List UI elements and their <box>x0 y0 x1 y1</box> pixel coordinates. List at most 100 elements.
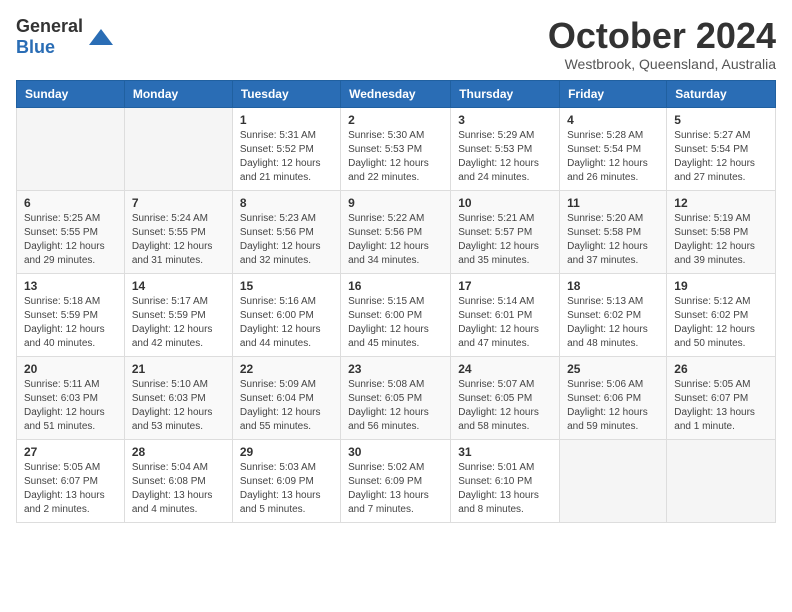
day-number: 17 <box>458 279 552 293</box>
calendar-cell: 3Sunrise: 5:29 AM Sunset: 5:53 PM Daylig… <box>451 107 560 190</box>
day-number: 27 <box>24 445 117 459</box>
week-row-3: 13 Sunrise: 5:18 AM Sunset: 5:59 PM Dayli… <box>17 273 776 356</box>
day-number: 6 <box>24 196 117 210</box>
day-info: Sunrise: 5:22 AM Sunset: 5:56 PM Dayligh… <box>348 212 443 268</box>
day-number: 10 <box>458 196 552 210</box>
column-header-monday: Monday <box>124 80 232 107</box>
day-info: Sunrise: 5:21 AM Sunset: 5:57 PM Dayligh… <box>458 212 552 268</box>
calendar-cell: 28 Sunrise: 5:04 AM Sunset: 6:08 PM Dayli… <box>124 439 232 522</box>
calendar-table: SundayMondayTuesdayWednesdayThursdayFrid… <box>16 80 776 523</box>
day-info: Sunrise: 5:07 AM Sunset: 6:05 PM Dayligh… <box>458 378 552 434</box>
day-number: 16 <box>348 279 443 293</box>
day-info: Sunrise: 5:14 AM Sunset: 6:01 PM Dayligh… <box>458 295 552 351</box>
day-number: 3 <box>458 113 552 127</box>
logo: General Blue <box>16 16 115 58</box>
day-info: Sunrise: 5:06 AM Sunset: 6:06 PM Dayligh… <box>567 378 659 434</box>
calendar-cell <box>560 439 667 522</box>
calendar-cell: 16 Sunrise: 5:15 AM Sunset: 6:00 PM Dayli… <box>341 273 451 356</box>
calendar-cell: 27 Sunrise: 5:05 AM Sunset: 6:07 PM Dayli… <box>17 439 125 522</box>
day-number: 29 <box>240 445 333 459</box>
calendar-cell: 19 Sunrise: 5:12 AM Sunset: 6:02 PM Dayli… <box>667 273 776 356</box>
column-header-friday: Friday <box>560 80 667 107</box>
calendar-cell <box>667 439 776 522</box>
day-info: Sunrise: 5:16 AM Sunset: 6:00 PM Dayligh… <box>240 295 333 351</box>
calendar-cell: 24 Sunrise: 5:07 AM Sunset: 6:05 PM Dayli… <box>451 356 560 439</box>
page-header: General Blue October 2024 Westbrook, Que… <box>16 16 776 72</box>
day-number: 2 <box>348 113 443 127</box>
day-info: Sunrise: 5:23 AM Sunset: 5:56 PM Dayligh… <box>240 212 333 268</box>
day-info: Sunrise: 5:15 AM Sunset: 6:00 PM Dayligh… <box>348 295 443 351</box>
week-row-5: 27 Sunrise: 5:05 AM Sunset: 6:07 PM Dayli… <box>17 439 776 522</box>
calendar-header-row: SundayMondayTuesdayWednesdayThursdayFrid… <box>17 80 776 107</box>
calendar-cell: 29 Sunrise: 5:03 AM Sunset: 6:09 PM Dayli… <box>232 439 340 522</box>
day-info: Sunrise: 5:05 AM Sunset: 6:07 PM Dayligh… <box>24 461 117 517</box>
calendar-cell: 5Sunrise: 5:27 AM Sunset: 5:54 PM Daylig… <box>667 107 776 190</box>
calendar-cell: 4Sunrise: 5:28 AM Sunset: 5:54 PM Daylig… <box>560 107 667 190</box>
logo-blue: Blue <box>16 37 55 57</box>
day-number: 23 <box>348 362 443 376</box>
day-info: Sunrise: 5:24 AM Sunset: 5:55 PM Dayligh… <box>132 212 225 268</box>
week-row-2: 6 Sunrise: 5:25 AM Sunset: 5:55 PM Daylig… <box>17 190 776 273</box>
calendar-cell: 31Sunrise: 5:01 AM Sunset: 6:10 PM Dayli… <box>451 439 560 522</box>
calendar-cell <box>124 107 232 190</box>
calendar-cell: 2 Sunrise: 5:30 AM Sunset: 5:53 PM Daylig… <box>341 107 451 190</box>
day-info: Sunrise: 5:17 AM Sunset: 5:59 PM Dayligh… <box>132 295 225 351</box>
day-info: Sunrise: 5:05 AM Sunset: 6:07 PM Dayligh… <box>674 378 768 434</box>
day-number: 25 <box>567 362 659 376</box>
column-header-thursday: Thursday <box>451 80 560 107</box>
calendar-cell: 18 Sunrise: 5:13 AM Sunset: 6:02 PM Dayli… <box>560 273 667 356</box>
day-number: 13 <box>24 279 117 293</box>
calendar-cell: 13 Sunrise: 5:18 AM Sunset: 5:59 PM Dayli… <box>17 273 125 356</box>
day-number: 9 <box>348 196 443 210</box>
day-info: Sunrise: 5:18 AM Sunset: 5:59 PM Dayligh… <box>24 295 117 351</box>
calendar-cell: 10 Sunrise: 5:21 AM Sunset: 5:57 PM Dayli… <box>451 190 560 273</box>
day-info: Sunrise: 5:04 AM Sunset: 6:08 PM Dayligh… <box>132 461 225 517</box>
week-row-4: 20 Sunrise: 5:11 AM Sunset: 6:03 PM Dayli… <box>17 356 776 439</box>
day-number: 18 <box>567 279 659 293</box>
day-info: Sunrise: 5:20 AM Sunset: 5:58 PM Dayligh… <box>567 212 659 268</box>
day-number: 1 <box>240 113 333 127</box>
calendar-cell: 21Sunrise: 5:10 AM Sunset: 6:03 PM Dayli… <box>124 356 232 439</box>
calendar-cell: 23 Sunrise: 5:08 AM Sunset: 6:05 PM Dayli… <box>341 356 451 439</box>
calendar-cell: 6 Sunrise: 5:25 AM Sunset: 5:55 PM Daylig… <box>17 190 125 273</box>
day-info: Sunrise: 5:09 AM Sunset: 6:04 PM Dayligh… <box>240 378 333 434</box>
day-info: Sunrise: 5:31 AM Sunset: 5:52 PM Dayligh… <box>240 129 333 185</box>
logo-text: General Blue <box>16 16 83 58</box>
calendar-cell: 12Sunrise: 5:19 AM Sunset: 5:58 PM Dayli… <box>667 190 776 273</box>
day-number: 31 <box>458 445 552 459</box>
column-header-tuesday: Tuesday <box>232 80 340 107</box>
day-info: Sunrise: 5:12 AM Sunset: 6:02 PM Dayligh… <box>674 295 768 351</box>
calendar-cell: 25 Sunrise: 5:06 AM Sunset: 6:06 PM Dayli… <box>560 356 667 439</box>
day-number: 19 <box>674 279 768 293</box>
day-number: 11 <box>567 196 659 210</box>
column-header-sunday: Sunday <box>17 80 125 107</box>
day-info: Sunrise: 5:25 AM Sunset: 5:55 PM Dayligh… <box>24 212 117 268</box>
calendar-cell: 22Sunrise: 5:09 AM Sunset: 6:04 PM Dayli… <box>232 356 340 439</box>
calendar-cell: 8 Sunrise: 5:23 AM Sunset: 5:56 PM Daylig… <box>232 190 340 273</box>
day-number: 7 <box>132 196 225 210</box>
day-number: 24 <box>458 362 552 376</box>
day-info: Sunrise: 5:03 AM Sunset: 6:09 PM Dayligh… <box>240 461 333 517</box>
day-number: 26 <box>674 362 768 376</box>
calendar-cell: 7 Sunrise: 5:24 AM Sunset: 5:55 PM Daylig… <box>124 190 232 273</box>
day-info: Sunrise: 5:30 AM Sunset: 5:53 PM Dayligh… <box>348 129 443 185</box>
day-number: 12 <box>674 196 768 210</box>
week-row-1: 1 Sunrise: 5:31 AM Sunset: 5:52 PM Daylig… <box>17 107 776 190</box>
column-header-saturday: Saturday <box>667 80 776 107</box>
logo-icon <box>87 27 115 47</box>
day-number: 14 <box>132 279 225 293</box>
calendar-cell <box>17 107 125 190</box>
day-number: 30 <box>348 445 443 459</box>
day-info: Sunrise: 5:11 AM Sunset: 6:03 PM Dayligh… <box>24 378 117 434</box>
day-number: 28 <box>132 445 225 459</box>
day-info: Sunrise: 5:27 AM Sunset: 5:54 PM Dayligh… <box>674 129 768 185</box>
day-number: 8 <box>240 196 333 210</box>
day-info: Sunrise: 5:13 AM Sunset: 6:02 PM Dayligh… <box>567 295 659 351</box>
location: Westbrook, Queensland, Australia <box>548 56 776 72</box>
calendar-cell: 15Sunrise: 5:16 AM Sunset: 6:00 PM Dayli… <box>232 273 340 356</box>
calendar-cell: 1 Sunrise: 5:31 AM Sunset: 5:52 PM Daylig… <box>232 107 340 190</box>
title-block: October 2024 Westbrook, Queensland, Aust… <box>548 16 776 72</box>
day-number: 20 <box>24 362 117 376</box>
calendar-cell: 17 Sunrise: 5:14 AM Sunset: 6:01 PM Dayli… <box>451 273 560 356</box>
day-info: Sunrise: 5:08 AM Sunset: 6:05 PM Dayligh… <box>348 378 443 434</box>
